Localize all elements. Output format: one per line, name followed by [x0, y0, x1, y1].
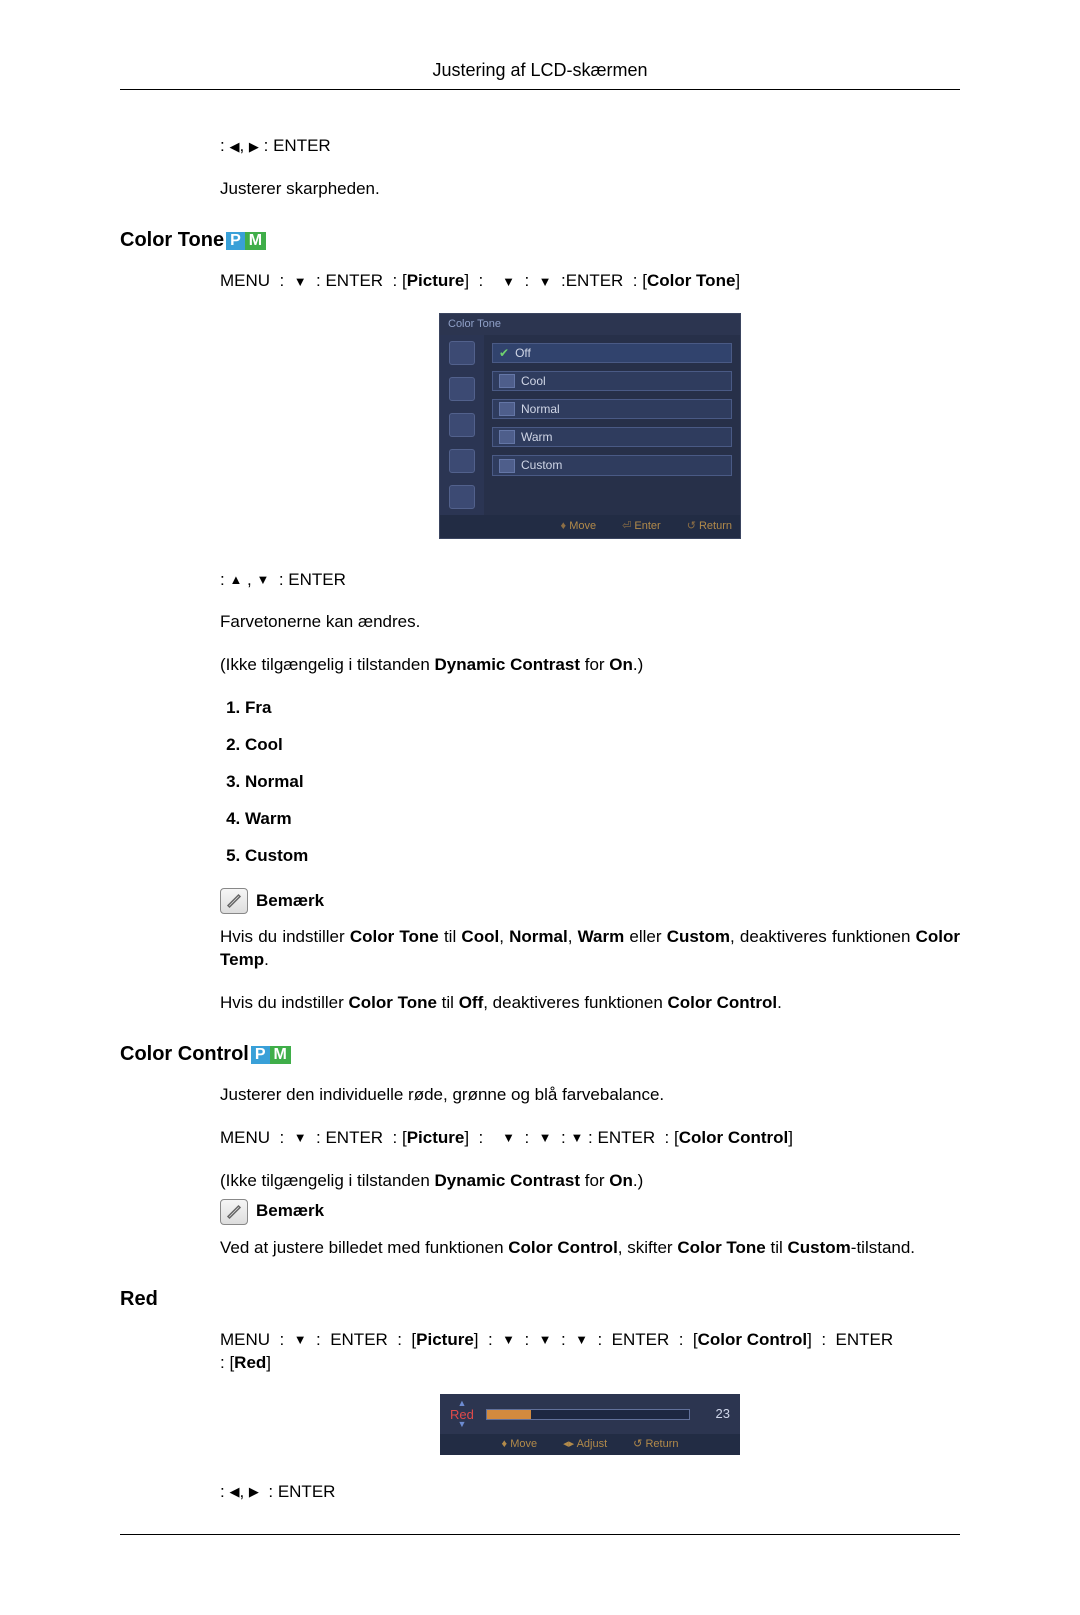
- osd-side-icon: [449, 341, 475, 365]
- nav-hint-3: : ◀, ▶ : ENTER: [220, 1481, 960, 1504]
- osd-side-icon: [449, 449, 475, 473]
- osd-item[interactable]: Cool: [492, 371, 732, 391]
- color-control-path: MENU : ▼ : ENTER : [Picture] : ▼ : ▼ : ▼…: [220, 1127, 960, 1150]
- down-icon: ▼: [539, 1129, 552, 1147]
- down-icon: ▼: [539, 1331, 552, 1349]
- right-icon: ▶: [249, 1483, 259, 1501]
- heading-color-tone: Color TonePM: [120, 229, 960, 252]
- page-title: Justering af LCD-skærmen: [432, 60, 647, 80]
- heading-red: Red: [120, 1288, 960, 1311]
- red-body: MENU : ▼ : ENTER : [Picture] : ▼ : ▼ : ▼…: [220, 1329, 960, 1504]
- color-tone-path: MENU : ▼ : ENTER : [Picture] : ▼ : ▼ :EN…: [220, 270, 960, 293]
- osd-side-icon: [449, 377, 475, 401]
- red-path: MENU : ▼ : ENTER : [Picture] : ▼ : ▼ : ▼…: [220, 1329, 960, 1375]
- color-control-note: Ved at justere billedet med funktionen C…: [220, 1237, 960, 1260]
- color-control-body: Justerer den individuelle røde, grønne o…: [220, 1084, 960, 1260]
- color-control-avail: (Ikke tilgængelig i tilstanden Dynamic C…: [220, 1170, 960, 1193]
- color-tone-desc: Farvetonerne kan ændres.: [220, 611, 960, 634]
- color-tone-body: MENU : ▼ : ENTER : [Picture] : ▼ : ▼ :EN…: [220, 270, 960, 1015]
- color-tone-avail: (Ikke tilgængelig i tilstanden Dynamic C…: [220, 654, 960, 677]
- left-icon: ◀: [229, 138, 239, 156]
- check-icon: ✔: [499, 345, 509, 361]
- down-icon: ▼: [294, 1129, 307, 1147]
- color-tone-note1: Hvis du indstiller Color Tone til Cool, …: [220, 926, 960, 972]
- down-icon: ▼: [575, 1331, 588, 1349]
- osd-sidebar: [440, 335, 484, 515]
- down-icon: ▼: [457, 1421, 466, 1428]
- list-item: Warm: [245, 808, 960, 831]
- red-value: 23: [702, 1405, 730, 1423]
- left-icon: ◀: [229, 1483, 239, 1501]
- heading-color-control: Color ControlPM: [120, 1043, 960, 1066]
- osd-footer: ♦ Move ⏎ Enter ↺ Return: [440, 515, 740, 538]
- color-control-desc: Justerer den individuelle røde, grønne o…: [220, 1084, 960, 1107]
- prev-section-body: : ◀, ▶ : ENTER Justerer skarpheden.: [220, 135, 960, 201]
- down-icon: ▼: [502, 1129, 515, 1147]
- note-heading: Bemærk: [220, 1199, 960, 1225]
- right-icon: ▶: [249, 138, 259, 156]
- osd-color-tone: Color Tone ✔Off Cool Normal Warm Custom: [439, 313, 741, 539]
- footer-rule: [120, 1534, 960, 1535]
- down-icon: ▼: [294, 1331, 307, 1349]
- red-slider[interactable]: [486, 1409, 690, 1420]
- note-icon: [220, 888, 248, 914]
- osd-item[interactable]: ✔Off: [492, 343, 732, 363]
- page-header: Justering af LCD-skærmen: [120, 60, 960, 90]
- color-tone-note2: Hvis du indstiller Color Tone til Off, d…: [220, 992, 960, 1015]
- osd-title: Color Tone: [440, 314, 740, 335]
- down-icon: ▼: [257, 571, 270, 589]
- osd-red-adjust: ▲ Red ▼ 23 ♦ Move ◂▸ Adjust ↺ Return: [440, 1394, 740, 1454]
- up-icon: ▲: [229, 571, 242, 589]
- color-tone-options: Fra Cool Normal Warm Custom: [220, 697, 960, 868]
- sharpness-desc: Justerer skarpheden.: [220, 178, 960, 201]
- osd-side-icon: [449, 485, 475, 509]
- list-item: Normal: [245, 771, 960, 794]
- down-icon: ▼: [570, 1129, 583, 1147]
- note-icon: [220, 1199, 248, 1225]
- down-icon: ▼: [539, 273, 552, 291]
- osd-side-icon: [449, 413, 475, 437]
- down-icon: ▼: [502, 1331, 515, 1349]
- list-item: Custom: [245, 845, 960, 868]
- list-item: Fra: [245, 697, 960, 720]
- page: Justering af LCD-skærmen : ◀, ▶ : ENTER …: [0, 0, 1080, 1615]
- nav-hint-2: : ▲ , ▼ : ENTER: [220, 569, 960, 592]
- list-item: Cool: [245, 734, 960, 757]
- pm-badge: PM: [251, 1046, 291, 1064]
- note-heading: Bemærk: [220, 888, 960, 914]
- osd-item[interactable]: Warm: [492, 427, 732, 447]
- nav-hint-1: : ◀, ▶ : ENTER: [220, 135, 960, 158]
- down-icon: ▼: [502, 273, 515, 291]
- pm-badge: PM: [226, 232, 266, 250]
- down-icon: ▼: [294, 273, 307, 291]
- osd-footer: ♦ Move ◂▸ Adjust ↺ Return: [440, 1434, 740, 1455]
- osd-item[interactable]: Normal: [492, 399, 732, 419]
- osd-item[interactable]: Custom: [492, 455, 732, 475]
